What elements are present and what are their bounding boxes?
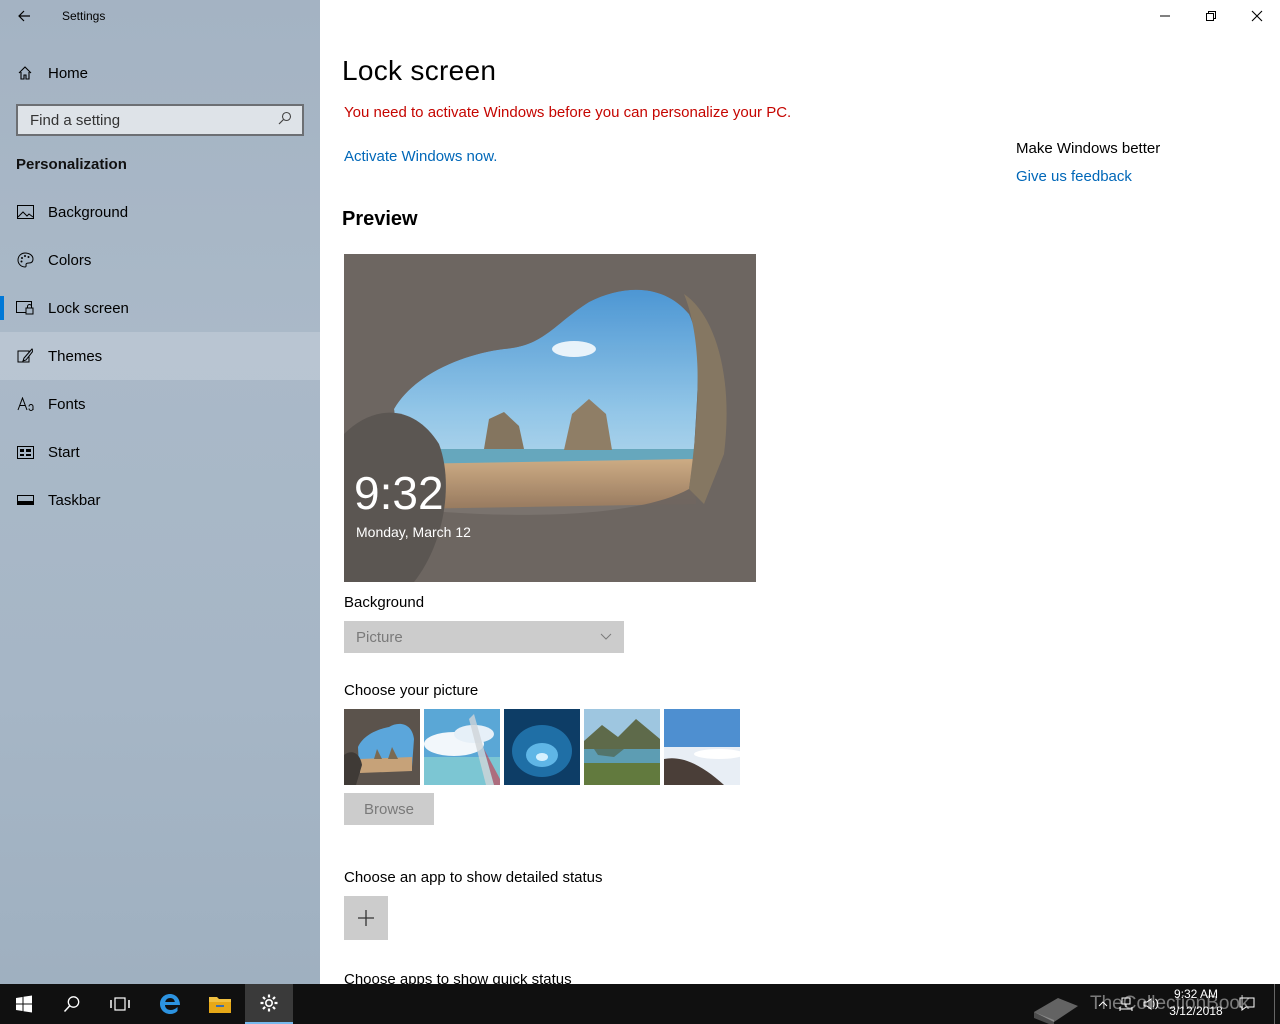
minimize-icon xyxy=(1160,15,1170,17)
taskbar-icon xyxy=(16,492,34,508)
sidebar-nav: Background Colors Lock screen Themes Fon… xyxy=(0,188,320,524)
network-button[interactable] xyxy=(1116,984,1136,1024)
give-feedback-link[interactable]: Give us feedback xyxy=(1016,168,1132,185)
book-logo-icon xyxy=(1034,998,1078,1024)
volume-icon xyxy=(1143,998,1159,1010)
sidebar-item-background[interactable]: Background xyxy=(0,188,320,236)
palette-icon xyxy=(16,252,34,268)
back-button[interactable] xyxy=(12,4,36,28)
choose-picture-label: Choose your picture xyxy=(344,682,479,699)
sidebar-item-label: Fonts xyxy=(48,395,86,413)
brush-icon xyxy=(16,348,34,364)
picture-thumbnail-mountain-lake[interactable] xyxy=(584,709,660,785)
edge-icon xyxy=(160,994,180,1014)
page-title: Lock screen xyxy=(342,55,497,86)
back-arrow-icon xyxy=(18,10,30,22)
detailed-status-label: Choose an app to show detailed status xyxy=(344,869,603,886)
preview-date: Monday, March 12 xyxy=(356,524,471,540)
background-dropdown-value: Picture xyxy=(356,628,403,646)
sidebar-item-label: Themes xyxy=(48,347,103,365)
show-desktop-button[interactable] xyxy=(1274,984,1280,1024)
search-box[interactable] xyxy=(16,104,304,136)
home-label: Home xyxy=(48,64,89,82)
notification-icon xyxy=(1239,997,1255,1011)
home-nav-item[interactable]: Home xyxy=(16,60,88,86)
picture-thumbnail-cave[interactable] xyxy=(344,709,420,785)
taskbar: TheCollectionBook 9:32 AM 3/12/2018 xyxy=(0,984,1280,1024)
file-explorer-icon xyxy=(209,997,231,1013)
close-button[interactable] xyxy=(1234,0,1280,32)
chevron-down-icon xyxy=(600,633,612,640)
task-view-button[interactable] xyxy=(96,984,144,1024)
search-input[interactable] xyxy=(28,110,278,130)
sidebar-item-start[interactable]: Start xyxy=(0,428,320,476)
settings-taskbar-button[interactable] xyxy=(245,984,293,1024)
volume-button[interactable] xyxy=(1140,984,1162,1024)
taskbar-clock[interactable]: 9:32 AM 3/12/2018 xyxy=(1160,986,1232,1020)
preview-heading: Preview xyxy=(342,208,418,230)
quick-status-text: Choose apps to show quick status xyxy=(344,974,572,984)
task-view-icon xyxy=(110,997,130,1011)
sidebar-item-label: Start xyxy=(48,443,80,461)
make-windows-better-heading: Make Windows better xyxy=(1016,140,1161,157)
clock-time: 9:32 AM xyxy=(1173,987,1219,1001)
sidebar-item-taskbar[interactable]: Taskbar xyxy=(0,476,320,524)
search-icon[interactable] xyxy=(278,111,292,130)
sidebar-item-label: Background xyxy=(48,203,129,221)
sidebar-item-fonts[interactable]: Fonts xyxy=(0,380,320,428)
sidebar-item-label: Taskbar xyxy=(48,491,101,509)
clock-date: 3/12/2018 xyxy=(1169,1004,1223,1018)
start-menu-icon xyxy=(16,444,34,460)
picture-thumbnails xyxy=(344,709,740,785)
activation-warning: You need to activate Windows before you … xyxy=(344,104,792,121)
quick-status-label: Choose apps to show quick status xyxy=(344,974,572,984)
close-icon xyxy=(1251,10,1263,22)
plus-icon xyxy=(358,910,374,926)
sidebar-item-themes[interactable]: Themes xyxy=(0,332,320,380)
search-icon xyxy=(63,996,80,1013)
search-taskbar-button[interactable] xyxy=(48,984,96,1024)
picture-thumbnail-ice-cave[interactable] xyxy=(504,709,580,785)
windows-logo-icon xyxy=(16,995,32,1013)
home-icon xyxy=(16,65,34,81)
font-icon xyxy=(16,396,34,412)
preview-time: 9:32 xyxy=(354,467,444,519)
restore-icon xyxy=(1206,11,1216,21)
action-center-button[interactable] xyxy=(1236,984,1258,1024)
chevron-up-icon xyxy=(1098,1001,1108,1007)
start-button[interactable] xyxy=(0,984,48,1024)
activate-windows-link[interactable]: Activate Windows now. xyxy=(344,148,497,165)
network-icon xyxy=(1119,997,1133,1011)
sidebar-item-colors[interactable]: Colors xyxy=(0,236,320,284)
picture-thumbnail-above-clouds[interactable] xyxy=(664,709,740,785)
show-hidden-icons-button[interactable] xyxy=(1094,984,1112,1024)
app-title: Settings xyxy=(62,9,106,23)
sidebar-item-label: Lock screen xyxy=(48,299,129,317)
background-label: Background xyxy=(344,594,425,611)
sidebar-item-lock-screen[interactable]: Lock screen xyxy=(0,284,320,332)
edge-button[interactable] xyxy=(146,984,194,1024)
section-title: Personalization xyxy=(16,156,127,173)
browse-button[interactable]: Browse xyxy=(344,793,434,825)
add-detailed-status-app-button[interactable] xyxy=(344,896,388,940)
picture-icon xyxy=(16,204,34,220)
sidebar-item-label: Colors xyxy=(48,251,92,269)
lock-screen-icon xyxy=(16,300,34,316)
sidebar: Settings Home Personalization Background… xyxy=(0,0,320,984)
minimize-button[interactable] xyxy=(1142,0,1188,32)
picture-thumbnail-clouds[interactable] xyxy=(424,709,500,785)
lock-screen-preview: 9:32 Monday, March 12 xyxy=(344,254,756,582)
background-dropdown[interactable]: Picture xyxy=(344,621,624,653)
settings-icon xyxy=(260,994,278,1012)
restore-button[interactable] xyxy=(1188,0,1234,32)
file-explorer-button[interactable] xyxy=(196,984,244,1024)
